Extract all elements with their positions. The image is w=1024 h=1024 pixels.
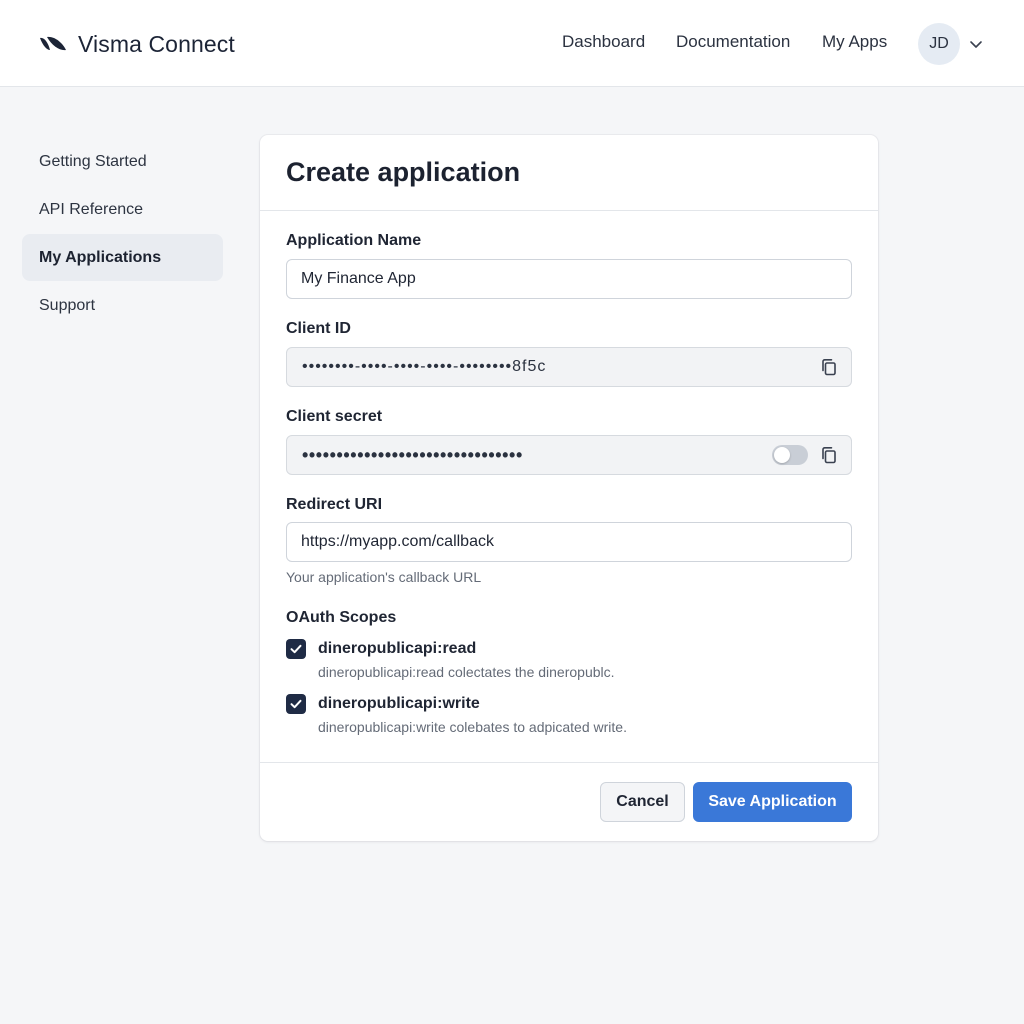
sidebar-item-my-applications[interactable]: My Applications (22, 234, 223, 281)
visma-logo-icon (40, 36, 66, 51)
sidebar-item-support[interactable]: Support (22, 282, 223, 329)
create-application-card: Create application Application Name Clie… (260, 135, 878, 841)
brand-name: Visma Connect (78, 30, 235, 57)
oauth-scopes-label: OAuth Scopes (286, 609, 397, 626)
scope-write-description: dineropublicapi:write colebates to adpic… (318, 719, 627, 735)
app-name-input[interactable] (286, 259, 852, 299)
scope-read-name: dineropublicapi:read (318, 640, 477, 657)
scope-read-description: dineropublicapi:read colectates the dine… (318, 664, 615, 680)
sidebar-item-api-reference[interactable]: API Reference (22, 186, 223, 233)
save-application-button[interactable]: Save Application (693, 782, 852, 822)
redirect-uri-input[interactable] (286, 522, 852, 562)
copy-client-id-button[interactable] (818, 356, 840, 378)
check-icon (290, 699, 302, 709)
copy-icon (822, 447, 836, 464)
toggle-knob (774, 447, 790, 463)
nav-dashboard[interactable]: Dashboard (562, 32, 645, 56)
client-secret-label: Client secret (286, 408, 383, 425)
top-bar: Visma Connect Dashboard Documentation My… (0, 0, 1024, 87)
scope-read-checkbox[interactable] (286, 639, 306, 659)
sidebar-item-getting-started[interactable]: Getting Started (22, 138, 223, 185)
redirect-uri-label: Redirect URI (286, 496, 383, 513)
cancel-button[interactable]: Cancel (600, 782, 685, 822)
client-id-field[interactable]: ••••••••-••••-••••-••••-••••••••8f5c (286, 347, 852, 387)
brand[interactable]: Visma Connect (38, 28, 235, 60)
check-icon (290, 644, 302, 654)
client-secret-field[interactable]: •••••••••••••••••••••••••••••••• (286, 435, 852, 475)
avatar[interactable]: JD (918, 23, 960, 65)
client-secret-value: •••••••••••••••••••••••••••••••• (302, 444, 523, 465)
nav-documentation[interactable]: Documentation (676, 32, 790, 56)
scope-write-name: dineropublicapi:write (318, 695, 480, 712)
card-header: Create application (260, 135, 878, 211)
reveal-secret-toggle[interactable] (772, 445, 808, 465)
copy-icon (822, 359, 836, 376)
client-id-label: Client ID (286, 320, 351, 337)
scope-write-checkbox[interactable] (286, 694, 306, 714)
nav-my-apps[interactable]: My Apps (822, 32, 887, 56)
app-name-label: Application Name (286, 232, 422, 249)
client-id-value: ••••••••-••••-••••-••••-••••••••8f5c (302, 358, 547, 375)
copy-client-secret-button[interactable] (818, 444, 840, 466)
redirect-uri-help: Your application's callback URL (286, 569, 482, 585)
page-title: Create application (286, 157, 521, 187)
chevron-down-icon[interactable] (968, 36, 984, 52)
card-footer-divider (260, 762, 878, 763)
